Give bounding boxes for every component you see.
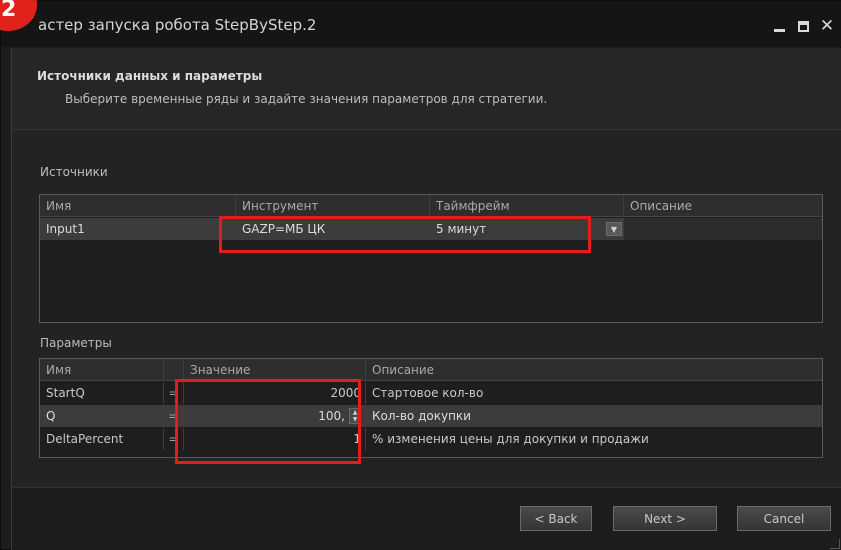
column-header-param-name[interactable]: Имя	[40, 359, 164, 381]
column-header-instrument[interactable]: Инструмент	[236, 195, 430, 217]
params-grid: Имя Значение Описание StartQ = 2000 Стар…	[39, 358, 823, 458]
table-row[interactable]: DeltaPercent = 1 % изменения цены для до…	[40, 428, 822, 450]
param-name-cell: StartQ	[40, 382, 164, 404]
timeframe-select[interactable]: 5 минут ▼	[430, 218, 624, 240]
equals-sign: =	[164, 382, 184, 404]
param-value: 100,	[318, 409, 345, 423]
next-button[interactable]: Next >	[613, 506, 717, 531]
close-icon[interactable]: ✕	[818, 16, 836, 36]
maximize-icon[interactable]	[794, 16, 812, 36]
back-button[interactable]: < Back	[520, 506, 592, 531]
sources-section-label: Источники	[40, 165, 108, 179]
table-row[interactable]: Input1 GAZP=МБ ЦК 5 минут ▼	[40, 218, 822, 240]
page-subtitle: Выберите временные ряды и задайте значен…	[65, 92, 548, 106]
table-row[interactable]: Q = 100, ▲ ▼ Кол-во докупки	[40, 405, 822, 427]
equals-sign: =	[164, 405, 184, 427]
param-value-input[interactable]: 1	[184, 428, 366, 450]
param-value-input[interactable]: 2000	[184, 382, 366, 404]
column-header-name[interactable]: Имя	[40, 195, 236, 217]
source-name-cell[interactable]: Input1	[40, 218, 236, 240]
sources-grid: Имя Инструмент Таймфрейм Описание Input1…	[39, 194, 823, 323]
resize-grip[interactable]	[830, 539, 840, 549]
column-header-eq	[164, 359, 184, 381]
param-description-cell: Кол-во докупки	[366, 405, 822, 427]
content-panel: Источники Имя Инструмент Таймфрейм Описа…	[11, 129, 841, 487]
timeframe-value: 5 минут	[436, 222, 487, 236]
param-value-stepper[interactable]: 100, ▲ ▼	[184, 405, 366, 427]
sources-header-row: Имя Инструмент Таймфрейм Описание	[40, 195, 822, 217]
table-row[interactable]: StartQ = 2000 Стартовое кол-во	[40, 382, 822, 404]
params-header-row: Имя Значение Описание	[40, 359, 822, 381]
cancel-button[interactable]: Cancel	[737, 506, 831, 531]
window-title: астер запуска робота StepByStep.2	[38, 16, 317, 34]
window-controls: ✕	[770, 15, 841, 37]
param-description-cell: % изменения цены для докупки и продажи	[372, 432, 649, 446]
chevron-down-icon[interactable]: ▼	[606, 222, 622, 236]
header-panel: Источники данных и параметры Выберите вр…	[11, 48, 841, 129]
column-header-description[interactable]: Описание	[624, 195, 822, 217]
wizard-window: астер запуска робота StepByStep.2 ✕ 2 Ис…	[0, 0, 841, 550]
page-title: Источники данных и параметры	[37, 69, 263, 83]
source-description-cell[interactable]	[624, 218, 822, 240]
param-name-cell: Q	[40, 405, 164, 427]
spinner-icon[interactable]: ▲ ▼	[349, 408, 361, 424]
wizard-footer: < Back Next > Cancel	[11, 487, 841, 550]
equals-sign: =	[164, 428, 184, 450]
param-name-cell: DeltaPercent	[40, 428, 164, 450]
params-section-label: Параметры	[40, 336, 112, 350]
title-bar[interactable]: астер запуска робота StepByStep.2 ✕	[1, 1, 841, 47]
column-header-timeframe[interactable]: Таймфрейм	[430, 195, 624, 217]
step-number: 2	[1, 0, 17, 22]
column-header-param-description[interactable]: Описание	[366, 359, 822, 381]
column-header-value[interactable]: Значение	[184, 359, 366, 381]
instrument-cell[interactable]: GAZP=МБ ЦК	[236, 218, 430, 240]
minimize-icon[interactable]	[770, 16, 788, 36]
param-description-cell: Стартовое кол-во	[372, 386, 484, 400]
